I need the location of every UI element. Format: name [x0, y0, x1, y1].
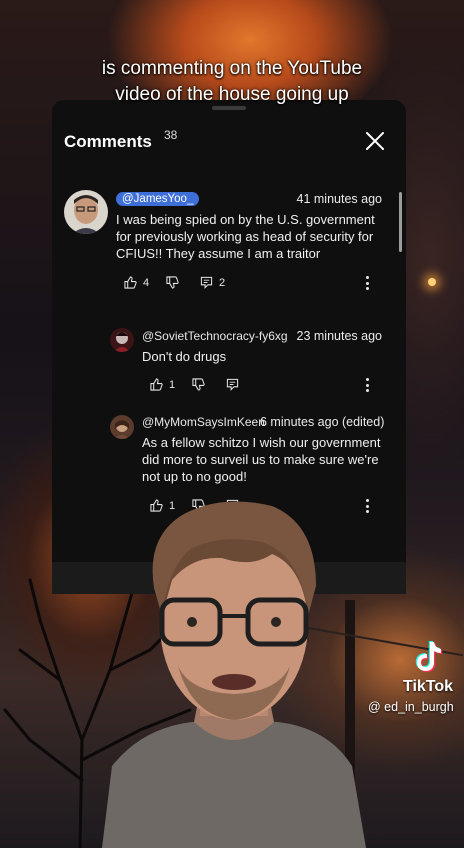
like-count: 1 [169, 378, 176, 391]
creator-figure [102, 501, 366, 848]
comment-author[interactable]: @JamesYoo_ [116, 192, 200, 206]
dislike-button[interactable] [166, 276, 179, 289]
comment-actions: 1 [150, 378, 390, 396]
comments-header: Comments 38 [52, 128, 406, 156]
tiktok-watermark: TikTok [392, 640, 464, 696]
more-options-icon[interactable] [364, 276, 370, 292]
dislike-button[interactable] [192, 378, 205, 391]
reply-button[interactable]: 2 [200, 276, 225, 289]
comment-time: 6 minutes ago (edited) [260, 415, 385, 429]
video-caption: is commenting on the YouTube video of th… [0, 56, 464, 108]
caption-line-1: is commenting on the YouTube [101, 58, 363, 79]
tiktok-brand: TikTok [402, 678, 454, 695]
comments-count: 38 [164, 128, 178, 142]
close-icon[interactable] [364, 130, 386, 152]
tiktok-username[interactable]: @ ed_in_burgh [368, 700, 454, 714]
comments-title: Comments [64, 132, 152, 151]
reply-count: 2 [219, 276, 226, 289]
comment-author[interactable]: @SovietTechnocracy-fy6xg [142, 329, 288, 343]
thumbs-down-icon [166, 276, 179, 289]
avatar[interactable] [110, 328, 134, 352]
like-button[interactable]: 4 [124, 276, 149, 289]
like-button[interactable]: 1 [150, 378, 175, 391]
like-count: 4 [143, 276, 150, 289]
scrollbar[interactable] [399, 192, 402, 252]
caption-line-2: video of the house going up [115, 84, 349, 105]
reply-icon [226, 378, 239, 391]
avatar[interactable] [110, 415, 134, 439]
comment-text: I was being spied on by the U.S. governm… [116, 212, 375, 261]
thumbs-up-icon [124, 276, 137, 289]
comment-time: 23 minutes ago [296, 329, 382, 343]
reply-icon [200, 276, 213, 289]
comment-actions: 4 2 [124, 276, 384, 294]
comment-text: Don't do drugs [142, 349, 227, 364]
thumbs-down-icon [192, 378, 205, 391]
comment-author[interactable]: @MyMomSaysImKeen [142, 415, 265, 429]
avatar[interactable] [64, 190, 108, 234]
tiktok-logo-icon [415, 641, 443, 672]
thumbs-up-icon [150, 378, 163, 391]
more-options-icon[interactable] [364, 378, 370, 394]
ember-glow [428, 278, 436, 286]
comment-text: As a fellow schitzo I wish our governmen… [142, 435, 381, 484]
comment-time: 41 minutes ago [296, 192, 382, 206]
reply-button[interactable] [226, 378, 239, 391]
